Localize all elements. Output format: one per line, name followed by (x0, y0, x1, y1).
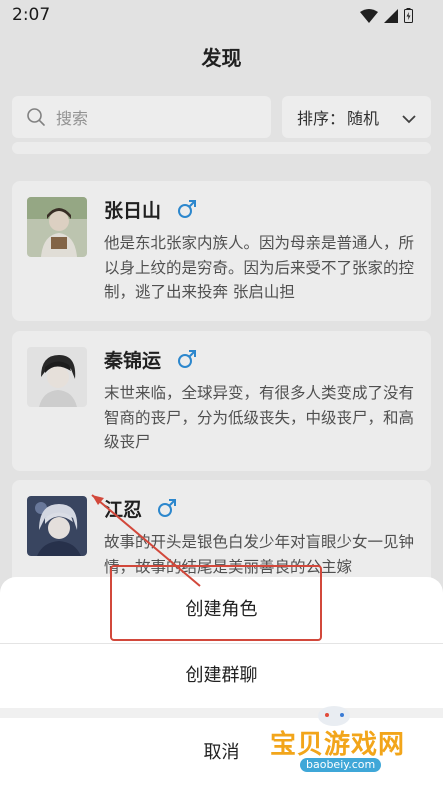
watermark-text: 宝贝游戏网 (270, 730, 406, 760)
watermark-logo: 宝贝游戏网 baobeiy.com (262, 698, 412, 780)
annotation-highlight-box (110, 565, 322, 641)
watermark-url: baobeiy.com (300, 758, 382, 772)
annotation-arrow (91, 494, 201, 587)
